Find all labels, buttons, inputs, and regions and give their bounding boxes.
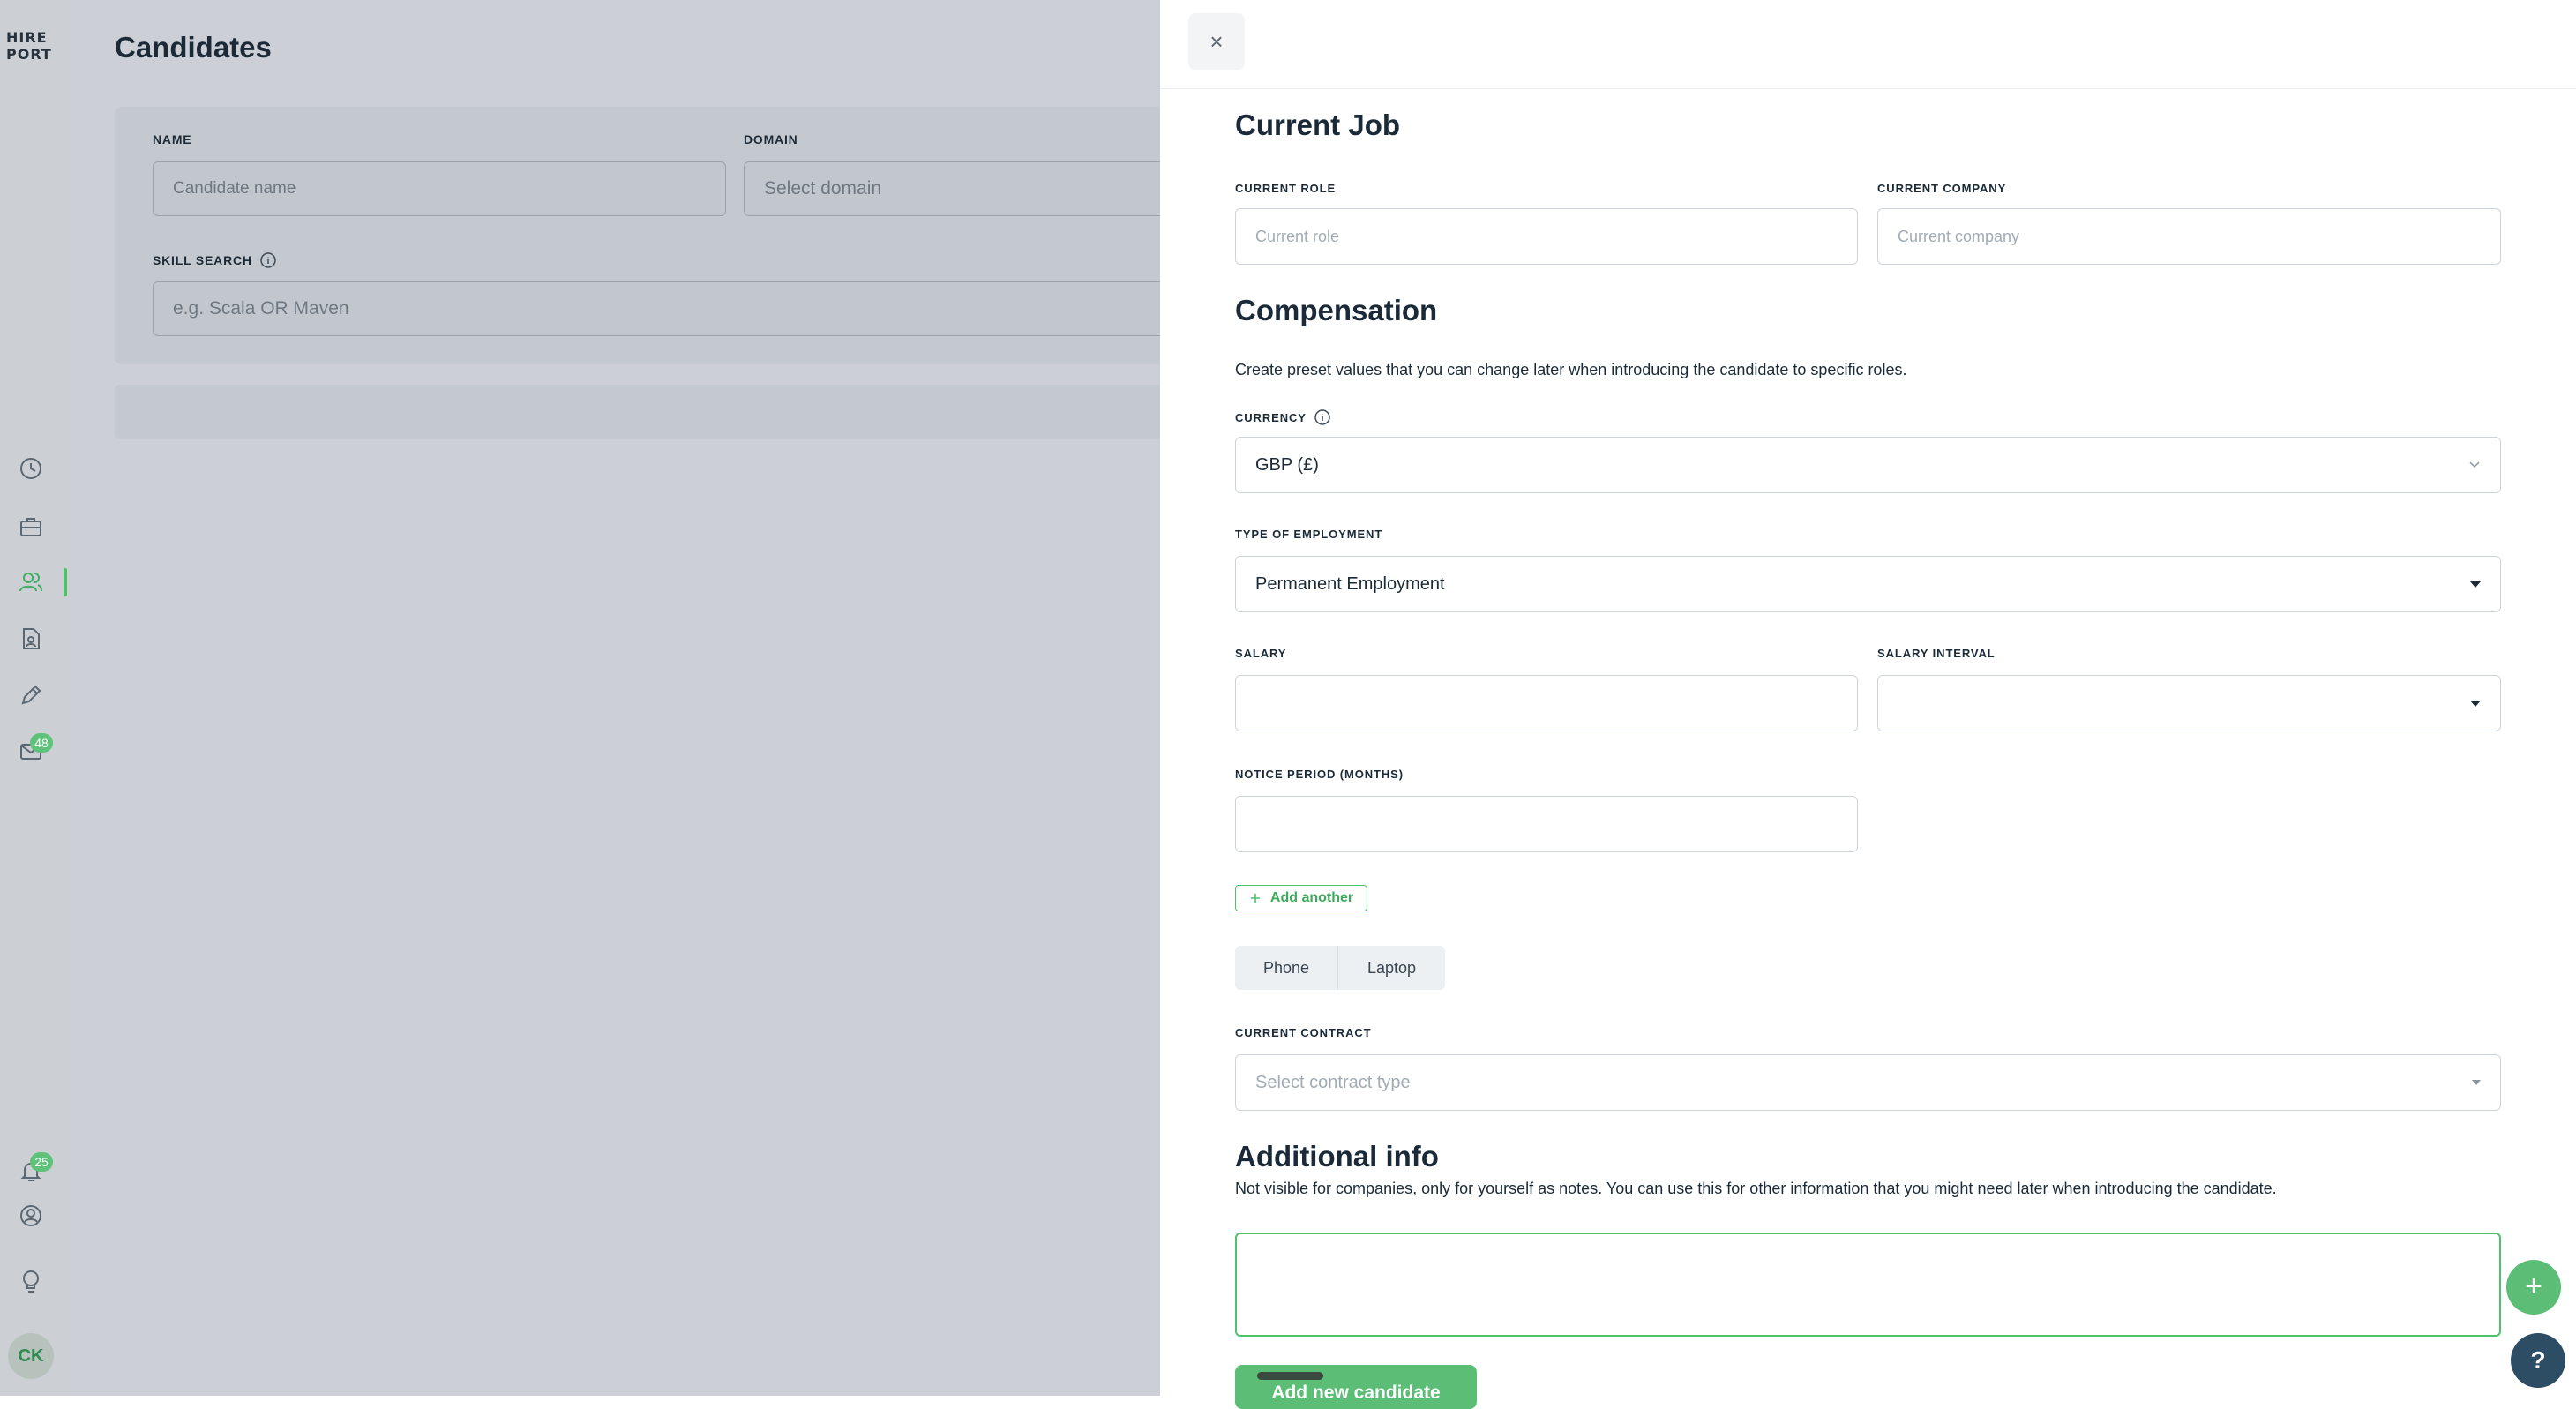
equipment-phone-option[interactable]: Phone — [1235, 946, 1338, 990]
info-icon[interactable] — [1314, 408, 1331, 426]
add-another-button[interactable]: Add another — [1235, 885, 1367, 911]
briefcase-icon[interactable] — [16, 512, 46, 542]
currency-label: CURRENCY — [1235, 408, 1331, 426]
lightbulb-icon[interactable] — [16, 1266, 46, 1296]
name-filter-label: NAME — [153, 132, 192, 146]
currency-select[interactable]: GBP (£) — [1235, 437, 2501, 493]
current-role-label: CURRENT ROLE — [1235, 182, 1337, 195]
help-button[interactable]: ? — [2511, 1333, 2565, 1388]
candidates-icon[interactable] — [16, 567, 46, 597]
salary-label: SALARY — [1235, 647, 1287, 660]
candidates-page: Candidates NAME Candidate name DOMAIN Se… — [69, 0, 1160, 1396]
logo-line-2: PORT — [6, 46, 52, 63]
currency-label-text: CURRENCY — [1235, 410, 1307, 424]
loading-indicator — [1257, 1372, 1323, 1380]
sidebar: HIRE PORT 48 25 CK — [0, 0, 69, 1396]
dashboard-icon[interactable] — [16, 453, 46, 483]
currency-value: GBP (£) — [1255, 454, 1319, 475]
current-contract-select[interactable]: Select contract type — [1235, 1054, 2501, 1111]
salary-interval-label: SALARY INTERVAL — [1877, 647, 1996, 660]
close-button[interactable]: × — [1188, 13, 1245, 70]
chevron-down-icon — [2469, 461, 2480, 468]
active-nav-indicator — [64, 568, 67, 596]
document-icon[interactable] — [16, 624, 46, 654]
caret-down-icon — [2470, 581, 2481, 588]
compensation-description: Create preset values that you can change… — [1235, 361, 1907, 378]
current-role-input[interactable]: Current role — [1235, 208, 1858, 265]
close-icon: × — [1209, 27, 1224, 55]
results-bar — [115, 385, 1160, 439]
current-contract-placeholder: Select contract type — [1255, 1072, 1411, 1092]
info-icon[interactable] — [259, 251, 277, 269]
domain-filter-label: DOMAIN — [744, 132, 798, 146]
panel-header: × — [1160, 0, 2576, 89]
notice-period-label: NOTICE PERIOD (MONTHS) — [1235, 768, 1404, 781]
additional-info-textarea[interactable] — [1235, 1233, 2501, 1337]
question-icon: ? — [2530, 1346, 2546, 1374]
pencil-icon[interactable] — [16, 680, 46, 710]
caret-down-icon — [2472, 1080, 2481, 1085]
salary-interval-select[interactable] — [1877, 675, 2501, 731]
compensation-title: Compensation — [1235, 294, 1438, 326]
name-filter-input[interactable]: Candidate name — [153, 161, 726, 216]
additional-info-title: Additional info — [1235, 1140, 1439, 1173]
skill-search-label: SKILL SEARCH — [153, 251, 277, 269]
notifications-badge: 25 — [30, 1152, 53, 1172]
caret-down-icon — [2470, 700, 2481, 707]
user-avatar[interactable]: CK — [8, 1333, 54, 1379]
notice-period-input[interactable] — [1235, 796, 1858, 852]
current-company-label: CURRENT COMPANY — [1877, 182, 2007, 195]
hireport-logo[interactable]: HIRE PORT — [6, 29, 59, 63]
plus-icon — [1250, 894, 1260, 903]
employment-type-select[interactable]: Permanent Employment — [1235, 556, 2501, 612]
add-new-candidate-label: Add new candidate — [1271, 1383, 1441, 1403]
equipment-laptop-option[interactable]: Laptop — [1338, 946, 1445, 990]
floating-add-button[interactable]: + — [2506, 1260, 2561, 1315]
support-icon[interactable] — [16, 1201, 46, 1231]
add-candidate-panel: × Current Job CURRENT ROLE Current role … — [1160, 0, 2576, 1409]
filter-card: NAME Candidate name DOMAIN Select domain… — [115, 107, 1160, 364]
equipment-toggle: Phone Laptop — [1235, 946, 1445, 990]
add-another-label: Add another — [1269, 890, 1354, 905]
page-title: Candidates — [115, 31, 272, 64]
employment-type-label: TYPE OF EMPLOYMENT — [1235, 528, 1383, 541]
logo-line-1: HIRE — [6, 29, 48, 46]
domain-filter-select[interactable]: Select domain — [744, 161, 1160, 216]
employment-type-value: Permanent Employment — [1255, 573, 1445, 594]
plus-icon: + — [2525, 1270, 2542, 1303]
additional-info-description: Not visible for companies, only for your… — [1235, 1180, 2277, 1197]
current-contract-label: CURRENT CONTRACT — [1235, 1026, 1372, 1039]
current-job-title: Current Job — [1235, 109, 1401, 141]
skill-search-label-text: SKILL SEARCH — [153, 253, 252, 267]
current-company-input[interactable]: Current company — [1877, 208, 2501, 265]
skill-search-input[interactable]: e.g. Scala OR Maven — [153, 281, 1160, 336]
add-new-candidate-button[interactable]: Add new candidate — [1235, 1365, 1477, 1409]
messages-badge: 48 — [30, 733, 53, 753]
salary-input[interactable] — [1235, 675, 1858, 731]
